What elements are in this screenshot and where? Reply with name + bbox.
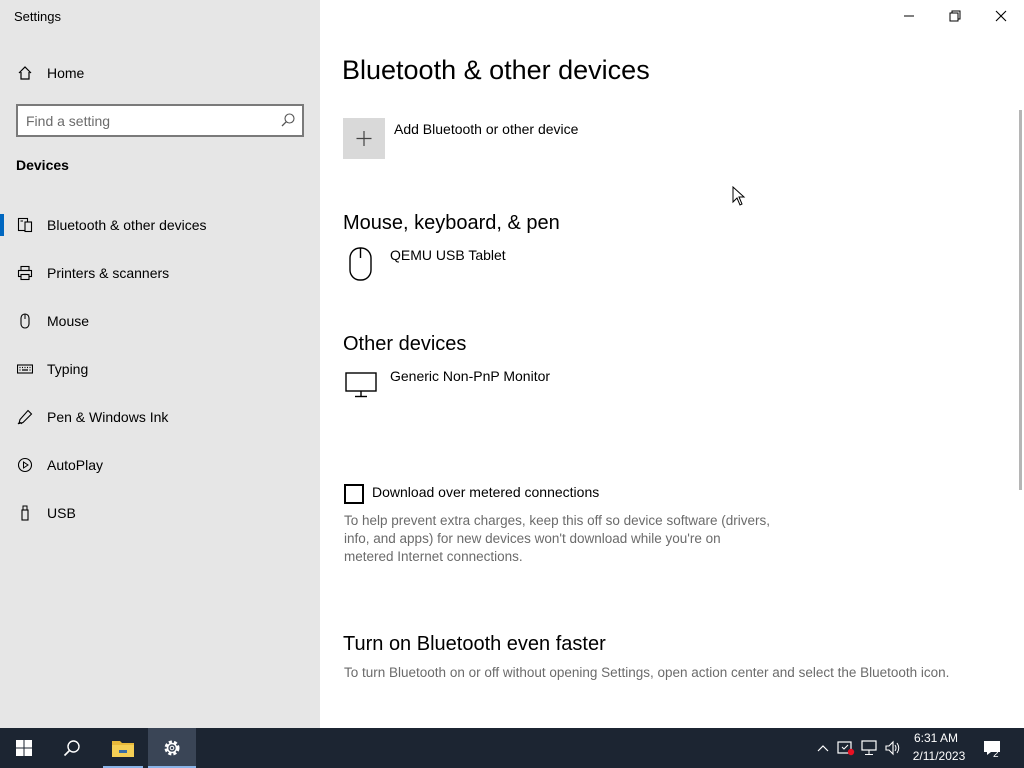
- mouse-keyboard-pen-heading: Mouse, keyboard, & pen: [343, 212, 560, 234]
- mouse-cursor-icon: [732, 185, 746, 211]
- clock-time[interactable]: 6:31 AM: [906, 731, 966, 745]
- printer-icon: [16, 264, 34, 282]
- pen-icon: [16, 408, 34, 426]
- restore-button[interactable]: [932, 0, 978, 32]
- mouse-device-icon: [348, 247, 374, 286]
- scrollbar[interactable]: [1019, 110, 1022, 490]
- network-icon[interactable]: [861, 739, 879, 757]
- nav-label: Printers & scanners: [47, 265, 170, 281]
- search-input[interactable]: [26, 106, 266, 135]
- show-hidden-icons-chevron-up-icon[interactable]: [814, 739, 832, 757]
- keyboard-icon: [16, 360, 34, 378]
- bluetooth-faster-heading: Turn on Bluetooth even faster: [343, 633, 606, 655]
- windows-logo-icon: [16, 740, 32, 756]
- file-explorer-button[interactable]: [99, 728, 147, 768]
- nav-label: AutoPlay: [47, 457, 104, 473]
- metered-description-line-1: To help prevent extra charges, keep this…: [344, 513, 770, 528]
- mouse-icon: [16, 312, 34, 330]
- nav-usb[interactable]: USB: [0, 493, 320, 533]
- nav-typing[interactable]: Typing: [0, 349, 320, 389]
- nav-autoplay[interactable]: AutoPlay: [0, 445, 320, 485]
- sidebar: Settings Home Devices Bluetooth & other …: [0, 0, 320, 728]
- metered-checkbox-label[interactable]: Download over metered connections: [372, 484, 599, 500]
- main-content: [320, 0, 1024, 728]
- restore-icon: [949, 10, 961, 22]
- autoplay-icon: [16, 456, 34, 474]
- device-qemu-usb-tablet[interactable]: QEMU USB Tablet: [390, 247, 506, 263]
- search-icon[interactable]: [280, 112, 296, 128]
- bluetooth-faster-description: To turn Bluetooth on or off without open…: [344, 665, 950, 680]
- close-button[interactable]: [978, 0, 1024, 32]
- nav-label: Typing: [47, 361, 89, 377]
- nav-home[interactable]: Home: [0, 53, 320, 93]
- nav-home-label: Home: [47, 65, 85, 81]
- metered-description-line-2: info, and apps) for new devices won't do…: [344, 531, 721, 546]
- nav-pen-ink[interactable]: Pen & Windows Ink: [0, 397, 320, 437]
- nav-label: Pen & Windows Ink: [47, 409, 169, 425]
- nav-mouse[interactable]: Mouse: [0, 301, 320, 341]
- search-box[interactable]: [16, 104, 304, 137]
- home-icon: [16, 64, 34, 82]
- notification-count-badge: 2: [993, 749, 999, 760]
- clock-date[interactable]: 2/11/2023: [906, 749, 972, 763]
- search-taskbar-button[interactable]: [48, 728, 96, 768]
- gear-icon: [164, 740, 180, 756]
- folder-icon: [112, 741, 134, 757]
- section-label: Devices: [16, 157, 69, 173]
- monitor-icon: [345, 372, 377, 403]
- nav-printers-scanners[interactable]: Printers & scanners: [0, 253, 320, 293]
- start-button[interactable]: [0, 728, 48, 768]
- nav-label: USB: [47, 505, 76, 521]
- minimize-button[interactable]: [886, 0, 932, 32]
- nav-label: Mouse: [47, 313, 90, 329]
- settings-taskbar-button[interactable]: [148, 728, 196, 768]
- page-title: Bluetooth & other devices: [342, 55, 650, 85]
- taskbar: [0, 728, 1024, 768]
- metered-description-line-3: metered Internet connections.: [344, 549, 523, 564]
- app-title: Settings: [14, 9, 61, 24]
- nav-label: Bluetooth & other devices: [47, 217, 207, 233]
- search-icon: [63, 740, 80, 757]
- plus-icon: [356, 131, 372, 146]
- volume-icon[interactable]: [884, 739, 902, 757]
- security-tray-icon[interactable]: [837, 739, 855, 757]
- bluetooth-devices-icon: [16, 216, 34, 234]
- add-device-button[interactable]: [343, 118, 385, 159]
- minimize-icon: [904, 15, 914, 17]
- add-device-label[interactable]: Add Bluetooth or other device: [394, 121, 578, 137]
- close-icon: [995, 10, 1007, 22]
- device-generic-monitor[interactable]: Generic Non-PnP Monitor: [390, 368, 550, 384]
- metered-checkbox[interactable]: [344, 484, 364, 504]
- other-devices-heading: Other devices: [343, 333, 467, 355]
- usb-icon: [16, 504, 34, 522]
- nav-bluetooth-devices[interactable]: Bluetooth & other devices: [0, 205, 320, 245]
